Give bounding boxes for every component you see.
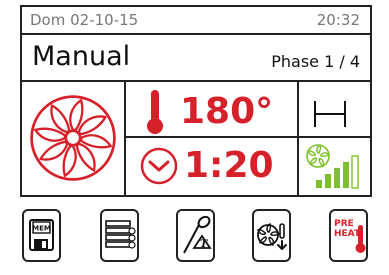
memory-button[interactable]: MEM: [22, 209, 61, 262]
oven-display: Dom 02-10-15 20:32 Manual Phase 1 / 4 18…: [20, 5, 372, 197]
softkey-bar: MEM T PRE HEAT: [20, 209, 372, 275]
bracket-icon[interactable]: [313, 99, 347, 129]
thermometer-icon: [147, 90, 163, 134]
status-bar: Dom 02-10-15 20:32: [22, 7, 370, 35]
fan-speed-bar: [351, 155, 359, 189]
status-clock: 20:32: [316, 11, 360, 29]
fan-cooling-button[interactable]: [252, 209, 291, 262]
cooking-panel: 180° 1:20: [22, 82, 370, 195]
mode-bar: Manual Phase 1 / 4: [22, 35, 370, 82]
divider: [124, 136, 370, 138]
preheat-icon: [355, 225, 366, 253]
core-probe-button[interactable]: T: [176, 209, 215, 262]
preheat-button[interactable]: PRE HEAT: [329, 209, 368, 262]
phase-indicator: Phase 1 / 4: [271, 52, 360, 71]
core-probe-icon: T: [183, 215, 212, 254]
memory-label: MEM: [32, 225, 51, 233]
temperature-value[interactable]: 180°: [180, 91, 273, 132]
status-date: Dom 02-10-15: [30, 11, 139, 29]
timer-icon: [140, 147, 178, 185]
memory-icon: MEM: [29, 219, 54, 251]
programs-button[interactable]: [100, 209, 139, 262]
time-value[interactable]: 1:20: [184, 145, 274, 186]
fan-speed-bar: [316, 180, 322, 188]
fan-speed-bar: [325, 174, 331, 188]
fan-speed-bar: [334, 168, 340, 188]
mode-title: Manual: [32, 41, 131, 72]
convection-fan-icon[interactable]: [28, 93, 118, 183]
divider: [297, 82, 299, 195]
fan-cooling-icon: [257, 222, 287, 250]
fan-speed-bar: [343, 162, 349, 188]
divider: [124, 82, 126, 195]
programs-list-icon: [105, 220, 136, 249]
fan-speed-icon[interactable]: [304, 142, 364, 190]
